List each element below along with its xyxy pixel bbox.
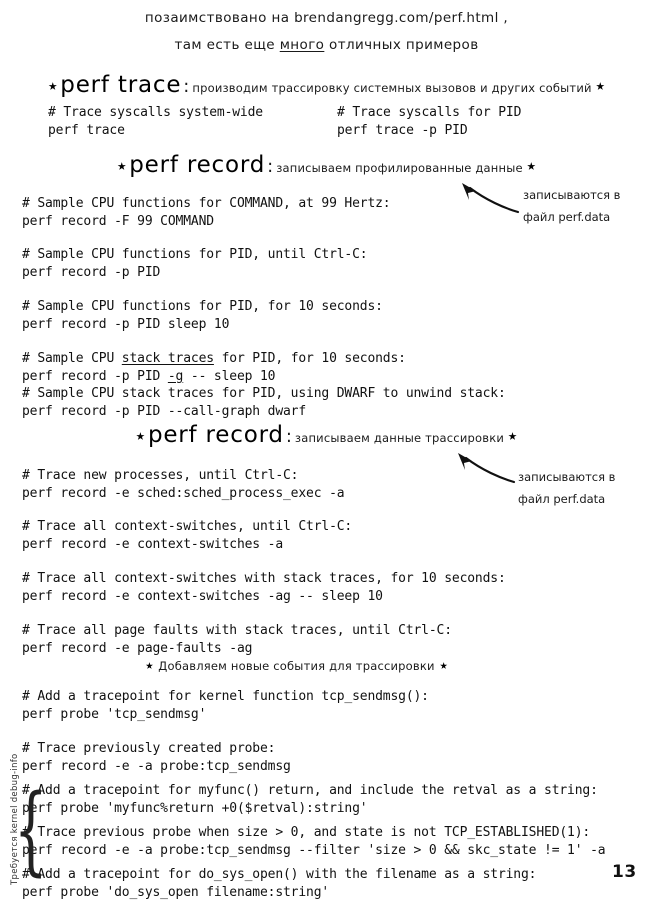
section-colon: : [267,156,274,177]
star-icon: ★ [526,156,536,174]
code-4-cmd-a: perf record -p PID [22,368,168,384]
code-4-comment-underline: stack traces [121,351,214,366]
margin-note-debug-info: Требуется kernel debug-info [10,753,20,885]
slide-root: позаимствовано на brendangregg.com/perf.… [0,0,653,900]
star-icon: ★ [135,426,145,444]
section-heading-perf-record-profiling: ★ perf record : записываем профилированн… [0,152,653,178]
annotation-arrow-tracing [458,453,516,484]
code-4-cmd-b: -- sleep 10 [183,368,276,384]
header-source-line: позаимствовано на brendangregg.com/perf.… [0,10,653,26]
section-heading-perf-record-tracing: ★ perf record : записываем данные трасси… [0,422,653,448]
code-4-cmd-underline: -g [167,368,184,384]
code-block-probe-2: # Trace previously created probe: perf r… [22,741,291,774]
code-block-trace-4: # Trace all page faults with stack trace… [22,623,452,656]
code-block-probe-4: # Trace previous probe when size > 0, an… [22,825,606,858]
section-heading-perf-trace: ★ perf trace : производим трассировку си… [0,72,653,98]
subsection-description: Добавляем новые события для трассировки [158,658,435,673]
section-command-perf-trace: perf trace [60,72,182,98]
code-block-probe-5: # Add a tracepoint for do_sys_open() wit… [22,867,537,900]
header-note-after: отличных примеров [324,37,479,53]
code-block-record-1: # Sample CPU functions for COMMAND, at 9… [22,196,391,229]
code-block-trace-right: # Trace syscalls for PID perf trace -p P… [337,105,522,138]
code-4-comment-a: # Sample CPU [22,351,122,366]
section-colon: : [183,76,190,97]
section-description-perf-record-profiling: записываем профилированные данные [276,161,523,175]
header-note-emphasis: много [279,37,325,53]
code-block-trace-3: # Trace all context-switches with stack … [22,571,506,604]
code-block-trace-2: # Trace all context-switches, until Ctrl… [22,519,353,552]
code-block-record-2: # Sample CPU functions for PID, until Ct… [22,247,368,280]
header-prefix: позаимствовано на [144,10,295,26]
star-icon: ★ [439,658,448,673]
section-colon: : [285,426,292,447]
header-link[interactable]: brendangregg.com/perf.html [294,10,499,26]
page-number: 13 [612,862,637,882]
star-icon: ★ [595,76,605,94]
code-4-comment-b: for PID, for 10 seconds: [213,351,406,366]
section-description-perf-trace: производим трассировку системных вызовов… [192,81,592,95]
subsection-heading-add-events: ★ Добавляем новые события для трассировк… [0,658,653,673]
header-note-before: там есть еще [174,37,280,53]
annotation-arrow-profiling [462,183,520,214]
code-block-trace-1: # Trace new processes, until Ctrl-C: per… [22,468,345,501]
star-icon: ★ [145,658,154,673]
star-icon: ★ [117,156,127,174]
code-block-record-3: # Sample CPU functions for PID, for 10 s… [22,299,383,332]
header-note-line: там есть еще много отличных примеров [0,37,653,53]
code-block-probe-3: # Add a tracepoint for myfunc() return, … [22,783,598,816]
section-command-perf-record-tracing: perf record [147,422,284,448]
header-suffix: , [498,10,509,26]
code-block-record-4: # Sample CPU stack traces for PID, for 1… [22,350,406,385]
star-icon: ★ [48,76,58,94]
code-block-probe-1: # Add a tracepoint for kernel function t… [22,689,429,722]
section-description-perf-record-tracing: записываем данные трассировки [294,431,505,445]
code-block-record-5: # Sample CPU stack traces for PID, using… [22,386,506,419]
annotation-tracing-text: записываются в файл perf.data [518,470,616,506]
code-block-trace-left: # Trace syscalls system-wide perf trace [48,105,263,138]
star-icon: ★ [508,426,518,444]
annotation-profiling-text: записываются в файл perf.data [523,188,621,224]
section-command-perf-record-profiling: perf record [129,152,266,178]
